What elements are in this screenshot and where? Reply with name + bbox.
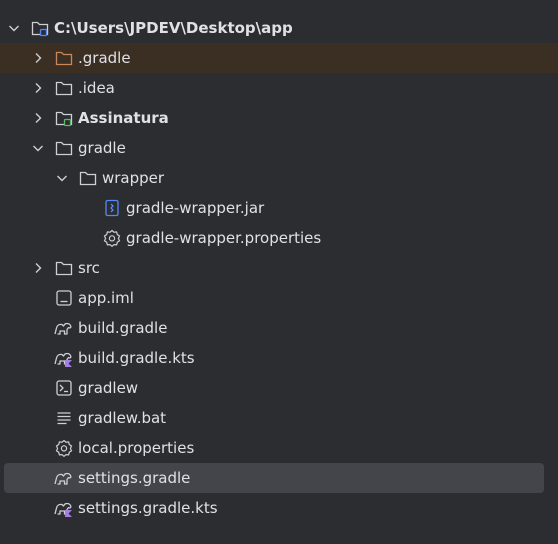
tree-item-settings-gradle[interactable]: settings.gradle <box>4 463 544 493</box>
tree-item-gradle[interactable]: gradle <box>0 133 558 163</box>
folder-icon <box>55 49 73 67</box>
chevron-down-icon[interactable] <box>6 20 22 36</box>
tree-item-label: gradle-wrapper.properties <box>126 229 322 247</box>
tree-item-gradle-wrapper-properties[interactable]: gradle-wrapper.properties <box>0 223 558 253</box>
gradle-elephant-icon <box>53 469 72 487</box>
tree-item-gradlew[interactable]: gradlew <box>0 373 558 403</box>
gradle-kotlin-icon <box>53 349 72 367</box>
folder-icon <box>55 139 73 157</box>
tree-item-label: build.gradle.kts <box>78 349 195 367</box>
tree-item-label: .gradle <box>78 49 131 67</box>
gradle-kotlin-icon <box>53 499 72 517</box>
text-lines-icon <box>55 409 73 427</box>
tree-item-label: build.gradle <box>78 319 168 337</box>
tree-item-settings-gradle-kts[interactable]: settings.gradle.kts <box>0 493 558 523</box>
tree-item-label: gradlew <box>78 379 139 397</box>
chevron-right-icon[interactable] <box>30 260 46 276</box>
tree-item-label: .idea <box>78 79 115 97</box>
tree-root-row[interactable]: C:\Users\JPDEV\Desktop\app <box>0 13 558 43</box>
tree-item-build-gradle-kts[interactable]: build.gradle.kts <box>0 343 558 373</box>
tree-item-assinatura[interactable]: Assinatura <box>0 103 558 133</box>
chevron-right-icon[interactable] <box>30 50 46 66</box>
tree-item-label: gradle <box>78 139 126 157</box>
tree-item-label: app.iml <box>78 289 134 307</box>
tree-item-build-gradle[interactable]: build.gradle <box>0 313 558 343</box>
tree-item-label: wrapper <box>102 169 165 187</box>
chevron-down-icon[interactable] <box>54 170 70 186</box>
properties-gear-icon <box>55 439 73 457</box>
chevron-down-icon[interactable] <box>30 140 46 156</box>
tree-item-label: settings.gradle <box>78 469 191 487</box>
chevron-right-icon[interactable] <box>30 110 46 126</box>
gradle-elephant-icon <box>53 319 72 337</box>
tree-item-src[interactable]: src <box>0 253 558 283</box>
tree-item-wrapper[interactable]: wrapper <box>0 163 558 193</box>
tree-item-label: local.properties <box>78 439 195 457</box>
iml-file-icon <box>55 289 73 307</box>
properties-gear-icon <box>103 229 121 247</box>
tree-item-app-iml[interactable]: app.iml <box>0 283 558 313</box>
tree-item-gradle-wrapper-jar[interactable]: gradle-wrapper.jar <box>0 193 558 223</box>
chevron-right-icon[interactable] <box>30 80 46 96</box>
project-tree: C:\Users\JPDEV\Desktop\app .gradle .idea… <box>0 0 558 544</box>
module-folder-icon <box>55 109 73 127</box>
terminal-script-icon <box>55 379 73 397</box>
folder-icon <box>55 79 73 97</box>
tree-item-dot-gradle[interactable]: .gradle <box>0 43 558 73</box>
tree-item-label: src <box>78 259 100 277</box>
jar-file-icon <box>103 199 121 217</box>
tree-item-gradlew-bat[interactable]: gradlew.bat <box>0 403 558 433</box>
tree-item-label: gradle-wrapper.jar <box>126 199 265 217</box>
tree-root-label: C:\Users\JPDEV\Desktop\app <box>54 19 293 37</box>
tree-item-label: gradlew.bat <box>78 409 167 427</box>
folder-icon <box>79 169 97 187</box>
tree-item-local-properties[interactable]: local.properties <box>0 433 558 463</box>
tree-item-idea[interactable]: .idea <box>0 73 558 103</box>
project-folder-icon <box>31 19 49 37</box>
tree-item-label: settings.gradle.kts <box>78 499 218 517</box>
tree-item-label: Assinatura <box>78 109 169 127</box>
folder-icon <box>55 259 73 277</box>
